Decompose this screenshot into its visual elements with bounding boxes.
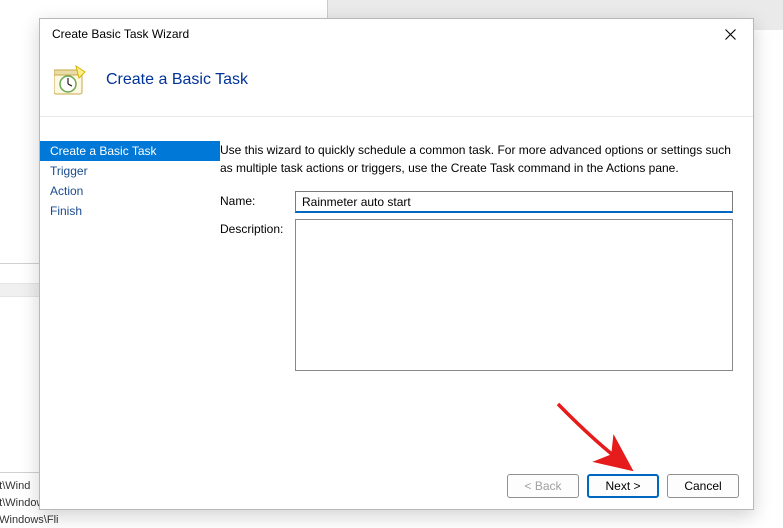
name-label: Name: bbox=[220, 191, 295, 208]
description-label: Description: bbox=[220, 219, 295, 236]
cancel-button[interactable]: Cancel bbox=[667, 474, 739, 498]
header-separator bbox=[40, 116, 753, 117]
wizard-dialog: Create Basic Task Wizard Create a Basic … bbox=[39, 18, 754, 510]
step-action[interactable]: Action bbox=[40, 181, 220, 201]
description-input[interactable] bbox=[295, 219, 733, 371]
step-create-basic-task[interactable]: Create a Basic Task bbox=[40, 141, 220, 161]
dialog-title: Create Basic Task Wizard bbox=[52, 27, 189, 41]
bg-path-text: ft\Windows\Fli bbox=[0, 514, 58, 526]
wizard-main-panel: Use this wizard to quickly schedule a co… bbox=[220, 137, 753, 461]
task-clock-icon bbox=[54, 64, 86, 96]
close-icon bbox=[725, 29, 736, 40]
title-bar: Create Basic Task Wizard bbox=[40, 19, 753, 49]
close-button[interactable] bbox=[708, 19, 753, 49]
wizard-header: Create a Basic Task bbox=[40, 49, 753, 116]
wizard-steps: Create a Basic Task Trigger Action Finis… bbox=[40, 137, 220, 461]
back-button: < Back bbox=[507, 474, 579, 498]
wizard-header-title: Create a Basic Task bbox=[106, 71, 248, 89]
step-finish[interactable]: Finish bbox=[40, 201, 220, 221]
wizard-footer: < Back Next > Cancel bbox=[40, 463, 753, 509]
next-button[interactable]: Next > bbox=[587, 474, 659, 498]
bg-path-text: oft\Wind bbox=[0, 480, 30, 492]
step-trigger[interactable]: Trigger bbox=[40, 161, 220, 181]
wizard-intro-text: Use this wizard to quickly schedule a co… bbox=[220, 141, 733, 177]
name-input[interactable] bbox=[295, 191, 733, 213]
